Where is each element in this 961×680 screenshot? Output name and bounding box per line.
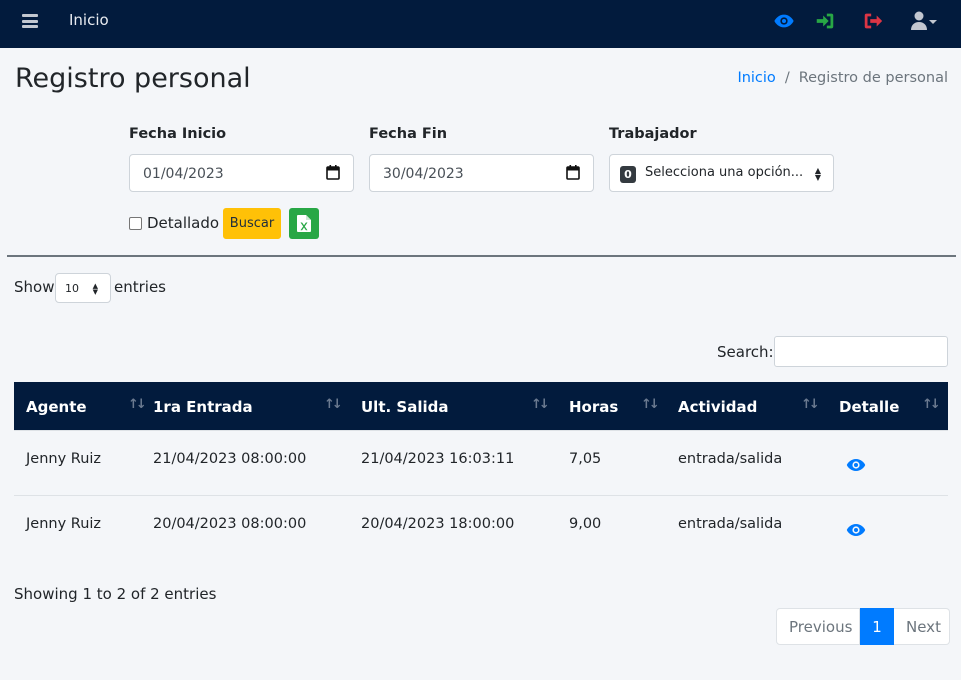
cell-entrada: 21/04/2023 08:00:00: [153, 451, 307, 467]
detailed-checkbox[interactable]: [129, 217, 142, 230]
column-label: Horas: [569, 398, 619, 416]
breadcrumb: Inicio / Registro de personal: [737, 70, 948, 86]
end-date-label: Fecha Fin: [369, 126, 448, 142]
user-icon: [911, 11, 937, 30]
table-row: Jenny Ruiz 21/04/2023 08:00:00 21/04/202…: [14, 430, 948, 495]
sort-icon: ↑↓: [922, 397, 941, 412]
pagination-previous[interactable]: Previous: [776, 608, 860, 645]
sort-icon: ↑↓: [641, 397, 660, 412]
cell-horas: 9,00: [569, 516, 602, 532]
show-label: Show: [14, 278, 55, 296]
start-date-label: Fecha Inicio: [129, 126, 227, 142]
column-header-horas[interactable]: Horas ↑↓: [569, 382, 678, 430]
table-header: Agente ↑↓ 1ra Entrada ↑↓ Ult. Salida ↑↓ Hor…: [14, 382, 948, 430]
nav-home-link[interactable]: Inicio: [69, 11, 109, 29]
pagination-page-1[interactable]: 1: [860, 608, 894, 645]
eye-icon[interactable]: [846, 523, 866, 537]
entries-length-select[interactable]: 10 ▲ ▼: [55, 273, 111, 303]
sort-icon: ↑↓: [128, 397, 147, 412]
calendar-icon[interactable]: [326, 165, 340, 180]
end-date-value: 30/04/2023: [383, 166, 464, 182]
select-arrows-icon: ▲ ▼: [814, 166, 821, 182]
search-button[interactable]: Buscar: [223, 208, 281, 239]
column-header-entrada[interactable]: 1ra Entrada ↑↓: [153, 382, 361, 430]
file-excel-icon: [297, 215, 311, 232]
menu-icon[interactable]: [22, 14, 38, 28]
cell-horas: 7,05: [569, 451, 602, 467]
worker-select[interactable]: 0 Selecciona una opción... ▲ ▼: [609, 154, 834, 192]
selected-count-badge: 0: [620, 166, 636, 183]
column-header-detalle[interactable]: Detalle ↑↓: [839, 382, 948, 430]
sign-out-icon[interactable]: [862, 10, 884, 32]
table-info: Showing 1 to 2 of 2 entries: [14, 585, 217, 603]
column-label: Detalle: [839, 398, 900, 416]
export-excel-button[interactable]: [289, 208, 319, 239]
column-label: 1ra Entrada: [153, 398, 253, 416]
end-date-input[interactable]: 30/04/2023: [369, 154, 594, 192]
records-table: Agente ↑↓ 1ra Entrada ↑↓ Ult. Salida ↑↓ Hor…: [14, 382, 948, 560]
search-label: Search:: [717, 343, 774, 361]
table-row: Jenny Ruiz 20/04/2023 08:00:00 20/04/202…: [14, 495, 948, 560]
worker-select-placeholder: Selecciona una opción...: [645, 165, 804, 180]
calendar-icon[interactable]: [566, 165, 580, 180]
cell-salida: 21/04/2023 16:03:11: [361, 451, 515, 467]
start-date-input[interactable]: 01/04/2023: [129, 154, 354, 192]
eye-icon[interactable]: [773, 10, 795, 32]
sort-icon: ↑↓: [531, 397, 550, 412]
breadcrumb-separator: /: [784, 70, 790, 86]
column-label: Actividad: [678, 398, 758, 416]
entries-length-value: 10: [65, 282, 79, 295]
cell-entrada: 20/04/2023 08:00:00: [153, 516, 307, 532]
entries-label: entries: [114, 278, 166, 296]
column-label: Ult. Salida: [361, 398, 449, 416]
breadcrumb-home-link[interactable]: Inicio: [737, 70, 775, 86]
select-arrows-icon: ▲ ▼: [92, 282, 98, 296]
cell-actividad: entrada/salida: [678, 451, 783, 467]
eye-icon[interactable]: [846, 458, 866, 472]
start-date-value: 01/04/2023: [143, 166, 224, 182]
cell-salida: 20/04/2023 18:00:00: [361, 516, 515, 532]
column-header-actividad[interactable]: Actividad ↑↓: [678, 382, 839, 430]
top-navbar: Inicio: [0, 0, 961, 48]
pagination: Previous 1 Next: [776, 608, 950, 645]
worker-label: Trabajador: [609, 126, 697, 142]
column-header-salida[interactable]: Ult. Salida ↑↓: [361, 382, 569, 430]
table-search-input[interactable]: [774, 336, 948, 367]
section-divider: [7, 255, 956, 257]
column-header-agente[interactable]: Agente ↑↓: [26, 382, 153, 430]
pagination-next[interactable]: Next: [894, 608, 950, 645]
detailed-label[interactable]: Detallado: [147, 214, 219, 232]
sort-icon: ↑↓: [324, 397, 343, 412]
cell-agente: Jenny Ruiz: [26, 516, 102, 532]
page-title: Registro personal: [15, 63, 251, 94]
column-label: Agente: [26, 398, 87, 416]
sign-in-icon[interactable]: [814, 10, 836, 32]
cell-actividad: entrada/salida: [678, 516, 783, 532]
cell-agente: Jenny Ruiz: [26, 451, 102, 467]
user-dropdown[interactable]: [910, 10, 942, 32]
sort-icon: ↑↓: [801, 397, 820, 412]
breadcrumb-current: Registro de personal: [798, 70, 948, 86]
